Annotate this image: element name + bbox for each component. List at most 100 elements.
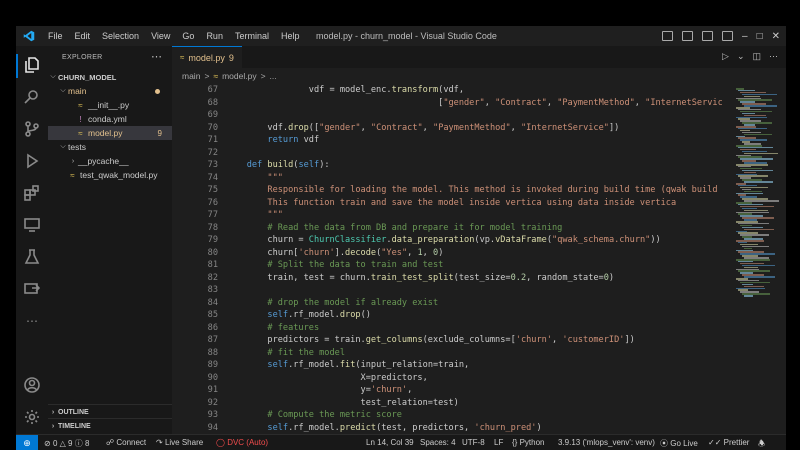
code-text[interactable]: # Read the data from DB and prepare it f… — [226, 222, 562, 235]
code-line[interactable]: 76 This function train and save the mode… — [172, 197, 722, 210]
notifications-bell-icon[interactable]: 🕭 — [758, 438, 765, 450]
go-live-status[interactable]: ⦿ Go Live — [660, 438, 698, 449]
python-interpreter[interactable]: 3.9.13 ('mlops_venv': venv) — [558, 438, 655, 447]
code-line[interactable]: 91 y='churn', — [172, 384, 722, 397]
code-text[interactable]: predictors = train.get_columns(exclude_c… — [226, 334, 634, 347]
menu-terminal[interactable]: Terminal — [229, 31, 275, 41]
run-file-icon[interactable]: ▷ — [722, 51, 729, 62]
run-debug-icon[interactable] — [23, 152, 41, 170]
code-line[interactable]: 74 """ — [172, 172, 722, 185]
cursor-position[interactable]: Ln 14, Col 39 — [366, 438, 414, 447]
code-text[interactable]: # fit the model — [226, 347, 345, 360]
minimize-icon[interactable]: – — [742, 31, 748, 42]
menu-view[interactable]: View — [145, 31, 176, 41]
connect-status[interactable]: ☍ Connect — [106, 438, 146, 447]
customize-layout-icon[interactable] — [722, 31, 733, 41]
code-line[interactable]: 84 # drop the model if already exist — [172, 297, 722, 310]
dvc-status[interactable]: ◯ DVC (Auto) — [216, 438, 268, 447]
code-line[interactable]: 77 """ — [172, 209, 722, 222]
breadcrumb-file[interactable]: model.py — [222, 71, 257, 81]
breadcrumb-symbol[interactable]: ... — [270, 71, 277, 81]
code-line[interactable]: 72 — [172, 147, 722, 160]
code-line[interactable]: 88 # fit the model — [172, 347, 722, 360]
code-text[interactable]: def build(self): — [226, 159, 330, 172]
menu-file[interactable]: File — [42, 31, 69, 41]
menu-run[interactable]: Run — [200, 31, 229, 41]
outline-section[interactable]: › OUTLINE — [48, 404, 172, 419]
settings-gear-icon[interactable] — [23, 408, 41, 426]
encoding[interactable]: UTF-8 — [462, 438, 485, 447]
code-line[interactable]: 75 Responsible for loading the model. Th… — [172, 184, 722, 197]
minimap[interactable] — [732, 84, 786, 434]
code-text[interactable]: churn['churn'].decode("Yes", 1, 0) — [226, 247, 443, 260]
more-actions-icon[interactable]: ⋯ — [769, 51, 778, 62]
tab-model-py[interactable]: ≈ model.py 9 — [172, 46, 242, 68]
code-text[interactable]: churn = ChurnClassifier.data_preparation… — [226, 234, 660, 247]
live-share-status[interactable]: ↷ Live Share — [156, 438, 203, 447]
code-text[interactable]: y='churn', — [226, 384, 413, 397]
code-line[interactable]: 94 self.rf_model.predict(test, predictor… — [172, 422, 722, 435]
more-icon[interactable]: ⋯ — [23, 312, 41, 330]
code-text[interactable]: X=predictors, — [226, 372, 428, 385]
code-line[interactable]: 82 train, test = churn.train_test_split(… — [172, 272, 722, 285]
code-text[interactable]: """ — [226, 172, 283, 185]
code-line[interactable]: 70 vdf.drop(["gender", "Contract", "Paym… — [172, 122, 722, 135]
tree-item-test-model[interactable]: ≈ test_qwak_model.py — [48, 168, 172, 182]
close-icon[interactable]: ✕ — [772, 31, 780, 42]
code-line[interactable]: 78 # Read the data from DB and prepare i… — [172, 222, 722, 235]
remote-explorer-icon[interactable] — [23, 216, 41, 234]
split-editor-icon[interactable]: ◫ — [752, 51, 761, 62]
code-text[interactable]: train, test = churn.train_test_split(tes… — [226, 272, 614, 285]
tree-item-main[interactable]: ⌵ main — [48, 84, 172, 98]
code-line[interactable]: 86 # features — [172, 322, 722, 335]
code-text[interactable]: return vdf — [226, 134, 319, 147]
run-dropdown-icon[interactable]: ⌄ — [737, 51, 745, 62]
source-control-icon[interactable] — [23, 120, 41, 138]
tree-item-model[interactable]: ≈ model.py 9 — [48, 126, 172, 140]
breadcrumb-folder[interactable]: main — [182, 71, 200, 81]
search-icon[interactable] — [23, 88, 41, 106]
code-line[interactable]: 87 predictors = train.get_columns(exclud… — [172, 334, 722, 347]
code-text[interactable]: # features — [226, 322, 319, 335]
remote-indicator-icon[interactable]: ⊕ — [16, 435, 38, 450]
prettier-status[interactable]: ✓✓ Prettier — [708, 438, 749, 447]
menu-go[interactable]: Go — [176, 31, 200, 41]
tree-item-pycache[interactable]: › __pycache__ — [48, 154, 172, 168]
code-line[interactable]: 85 self.rf_model.drop() — [172, 309, 722, 322]
code-line[interactable]: 80 churn['churn'].decode("Yes", 1, 0) — [172, 247, 722, 260]
code-line[interactable]: 67 vdf = model_enc.transform(vdf, — [172, 84, 722, 97]
project-root[interactable]: ⌵ CHURN_MODEL — [48, 70, 172, 84]
menu-help[interactable]: Help — [275, 31, 306, 41]
code-text[interactable]: # Split the data to train and test — [226, 259, 443, 272]
accounts-icon[interactable] — [23, 376, 41, 394]
code-line[interactable]: 90 X=predictors, — [172, 372, 722, 385]
tree-item-tests[interactable]: ⌵ tests — [48, 140, 172, 154]
code-text[interactable]: # Compute the metric score — [226, 409, 402, 422]
maximize-icon[interactable]: □ — [757, 31, 763, 42]
problems-status[interactable]: ⊘ 0 △ 9 ⓘ 8 — [44, 438, 89, 449]
code-text[interactable]: ["gender", "Contract", "PaymentMethod", … — [226, 97, 722, 110]
code-line[interactable]: 73 def build(self): — [172, 159, 722, 172]
toggle-secondary-sidebar-icon[interactable] — [702, 31, 713, 41]
code-text[interactable]: self.rf_model.predict(test, predictors, … — [226, 422, 541, 435]
code-line[interactable]: 81 # Split the data to train and test — [172, 259, 722, 272]
code-line[interactable]: 93 # Compute the metric score — [172, 409, 722, 422]
code-text[interactable]: """ — [226, 209, 283, 222]
live-share-icon[interactable] — [23, 280, 41, 298]
code-line[interactable]: 69 — [172, 109, 722, 122]
code-text[interactable]: This function train and save the model i… — [226, 197, 676, 210]
timeline-section[interactable]: › TIMELINE — [48, 418, 172, 433]
indentation[interactable]: Spaces: 4 — [420, 438, 456, 447]
code-text[interactable]: Responsible for loading the model. This … — [226, 184, 722, 197]
explorer-more-icon[interactable]: ⋯ — [151, 50, 162, 63]
tree-item-conda[interactable]: ! conda.yml — [48, 112, 172, 126]
extensions-icon[interactable] — [23, 184, 41, 202]
code-text[interactable]: vdf.drop(["gender", "Contract", "Payment… — [226, 122, 619, 135]
menu-edit[interactable]: Edit — [69, 31, 97, 41]
code-text[interactable]: # drop the model if already exist — [226, 297, 438, 310]
code-line[interactable]: 79 churn = ChurnClassifier.data_preparat… — [172, 234, 722, 247]
code-text[interactable]: vdf = model_enc.transform(vdf, — [226, 84, 464, 97]
code-editor[interactable]: 67 vdf = model_enc.transform(vdf, 68 ["ge… — [172, 84, 722, 434]
toggle-panel-icon[interactable] — [682, 31, 693, 41]
testing-icon[interactable] — [23, 248, 41, 266]
